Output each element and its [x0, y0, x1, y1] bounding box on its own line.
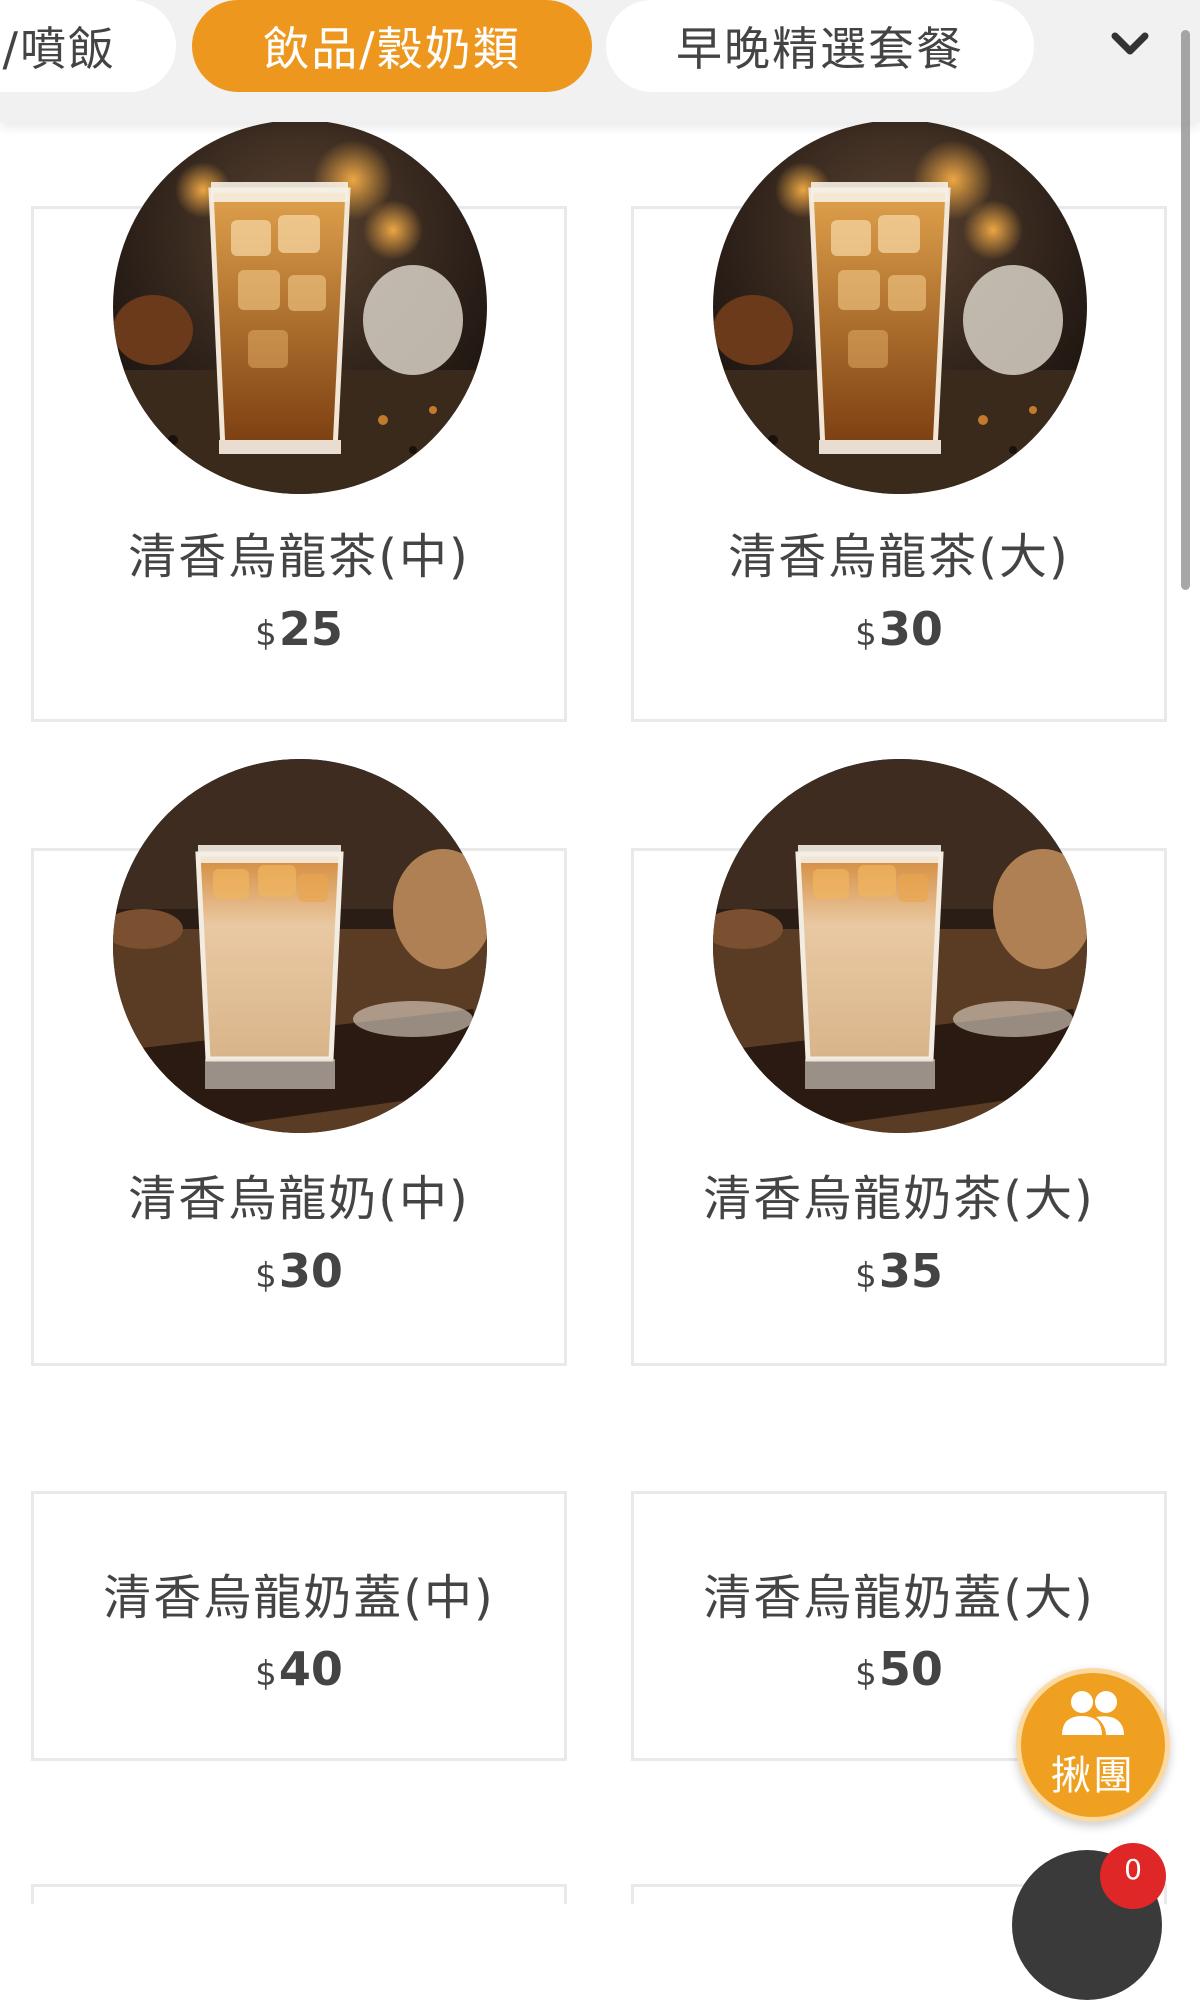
- iced-tea-image: [713, 120, 1087, 494]
- price-value: 50: [878, 1642, 943, 1696]
- category-tab-drinks[interactable]: 飲品/穀奶類: [192, 0, 592, 92]
- product-image-oolong-tea[interactable]: [113, 120, 487, 494]
- price-value: 30: [278, 1244, 343, 1298]
- product-price: $30: [34, 1244, 564, 1298]
- category-tab-set-meals[interactable]: 早晚精選套餐: [606, 0, 1034, 92]
- product-price: $25: [34, 602, 564, 656]
- category-tab-rice[interactable]: /噴飯: [0, 0, 176, 92]
- product-card[interactable]: 清香烏龍奶蓋(中) $40: [31, 1491, 567, 1761]
- currency-symbol: $: [855, 1654, 877, 1694]
- iced-tea-image: [113, 120, 487, 494]
- price-value: 35: [878, 1244, 943, 1298]
- product-image-oolong-tea[interactable]: [713, 120, 1087, 494]
- currency-symbol: $: [255, 1256, 277, 1296]
- iced-milk-tea-image: [113, 759, 487, 1133]
- price-value: 30: [878, 602, 943, 656]
- product-price: $40: [34, 1642, 564, 1696]
- scrollbar[interactable]: [1181, 30, 1190, 590]
- currency-symbol: $: [255, 614, 277, 654]
- currency-symbol: $: [855, 1256, 877, 1296]
- chevron-down-icon: [1111, 32, 1149, 55]
- product-name: 清香烏龍茶(中): [128, 529, 470, 585]
- category-tab-label: /噴飯: [2, 22, 116, 76]
- price-value: 25: [278, 602, 343, 656]
- product-price: $35: [634, 1244, 1164, 1298]
- group-order-label: 揪團: [1051, 1753, 1135, 1799]
- iced-milk-tea-image: [713, 759, 1087, 1133]
- currency-symbol: $: [855, 614, 877, 654]
- product-name: 清香烏龍奶(中): [128, 1171, 470, 1227]
- category-bar: /噴飯 飲品/穀奶類 早晚精選套餐: [0, 0, 1200, 122]
- product-price: $30: [634, 602, 1164, 656]
- category-tab-label: 飲品/穀奶類: [263, 22, 521, 76]
- expand-categories-button[interactable]: [1095, 14, 1165, 74]
- cart-count-badge: 0: [1100, 1843, 1166, 1909]
- category-tab-label: 早晚精選套餐: [676, 22, 964, 76]
- product-name: 清香烏龍奶蓋(中): [103, 1570, 495, 1626]
- product-name: 清香烏龍奶茶(大): [703, 1171, 1095, 1227]
- product-image-oolong-milk[interactable]: [113, 759, 487, 1133]
- group-people-icon: [1062, 1691, 1124, 1735]
- product-name: 清香烏龍茶(大): [728, 529, 1070, 585]
- product-name: 清香烏龍奶蓋(大): [703, 1570, 1095, 1626]
- product-image-oolong-milk[interactable]: [713, 759, 1087, 1133]
- product-card[interactable]: [31, 1884, 567, 1904]
- price-value: 40: [278, 1642, 343, 1696]
- currency-symbol: $: [255, 1654, 277, 1694]
- group-order-button[interactable]: 揪團: [1016, 1668, 1170, 1822]
